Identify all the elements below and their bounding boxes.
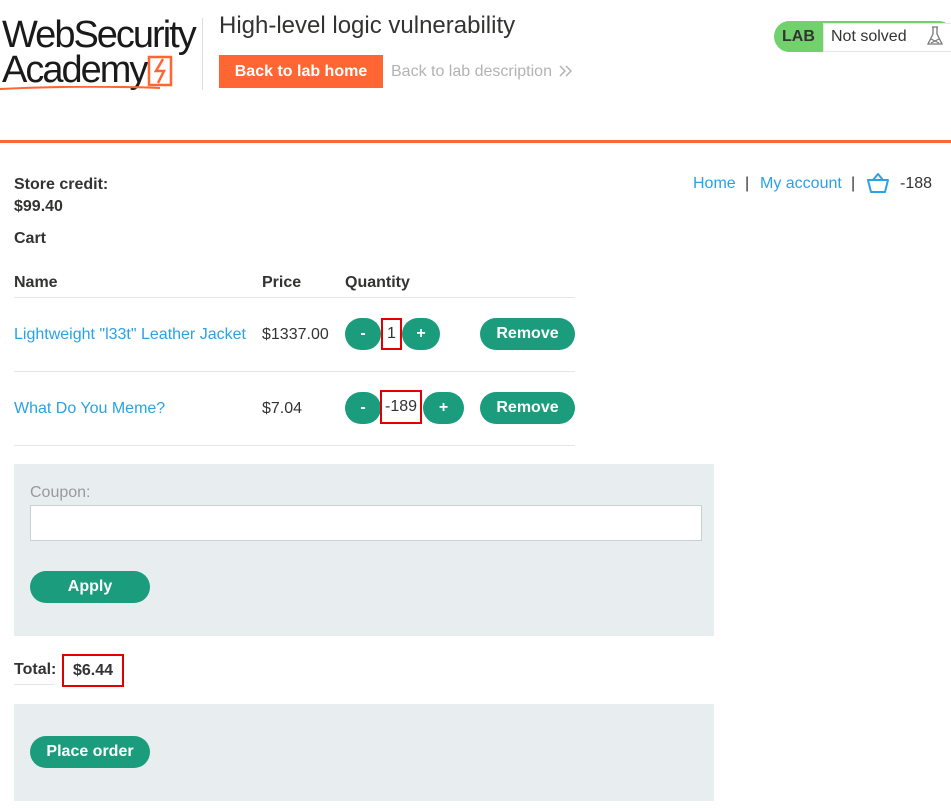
column-header-name: Name (14, 274, 58, 291)
column-header-price: Price (262, 274, 302, 291)
flask-icon (926, 26, 944, 45)
nav-home-link[interactable]: Home (693, 175, 736, 193)
coupon-panel (14, 464, 714, 636)
product-price: $7.04 (262, 400, 303, 417)
quantity-value: -189 (380, 390, 422, 424)
double-chevron-right-icon (559, 65, 573, 77)
table-divider (14, 371, 575, 372)
header-rule (0, 140, 951, 143)
quantity-decrease-button[interactable]: - (345, 392, 381, 424)
lab-title: High-level logic vulnerability (219, 12, 516, 39)
column-header-quantity: Quantity (345, 274, 410, 291)
apply-coupon-button[interactable]: Apply (30, 571, 150, 603)
lab-status-badge: LAB (782, 28, 815, 45)
product-price: $1337.00 (262, 326, 329, 343)
total-underline (14, 684, 54, 685)
table-divider (14, 445, 575, 446)
cart-heading: Cart (14, 230, 47, 247)
store-credit-value: $99.40 (14, 198, 63, 215)
quantity-value: 1 (381, 318, 402, 350)
cart-basket-icon[interactable] (866, 172, 890, 194)
logo-underline (0, 86, 160, 90)
nav-my-account-link[interactable]: My account (760, 175, 842, 193)
total-value: $6.44 (62, 654, 124, 687)
coupon-label: Coupon: (30, 484, 91, 501)
nav-separator: | (745, 175, 750, 192)
nav-separator: | (851, 175, 856, 192)
cart-count: -188 (900, 175, 933, 192)
back-to-lab-home-button[interactable]: Back to lab home (219, 55, 383, 88)
remove-item-button[interactable]: Remove (480, 392, 575, 424)
remove-item-button[interactable]: Remove (480, 318, 575, 350)
header-divider (202, 18, 203, 90)
place-order-button[interactable]: Place order (30, 736, 150, 768)
lab-status-text: Not solved (831, 28, 907, 45)
logo-bolt-icon (147, 55, 173, 87)
table-divider (14, 297, 575, 298)
quantity-decrease-button[interactable]: - (345, 318, 381, 350)
back-to-lab-description-link[interactable]: Back to lab description (391, 62, 552, 82)
quantity-increase-button[interactable]: + (402, 318, 440, 350)
coupon-input[interactable] (30, 505, 702, 541)
total-label: Total: (14, 661, 57, 678)
product-link[interactable]: What Do You Meme? (14, 400, 165, 418)
product-link[interactable]: Lightweight "l33t" Leather Jacket (14, 326, 246, 344)
quantity-increase-button[interactable]: + (423, 392, 464, 424)
store-credit-label: Store credit: (14, 176, 109, 193)
